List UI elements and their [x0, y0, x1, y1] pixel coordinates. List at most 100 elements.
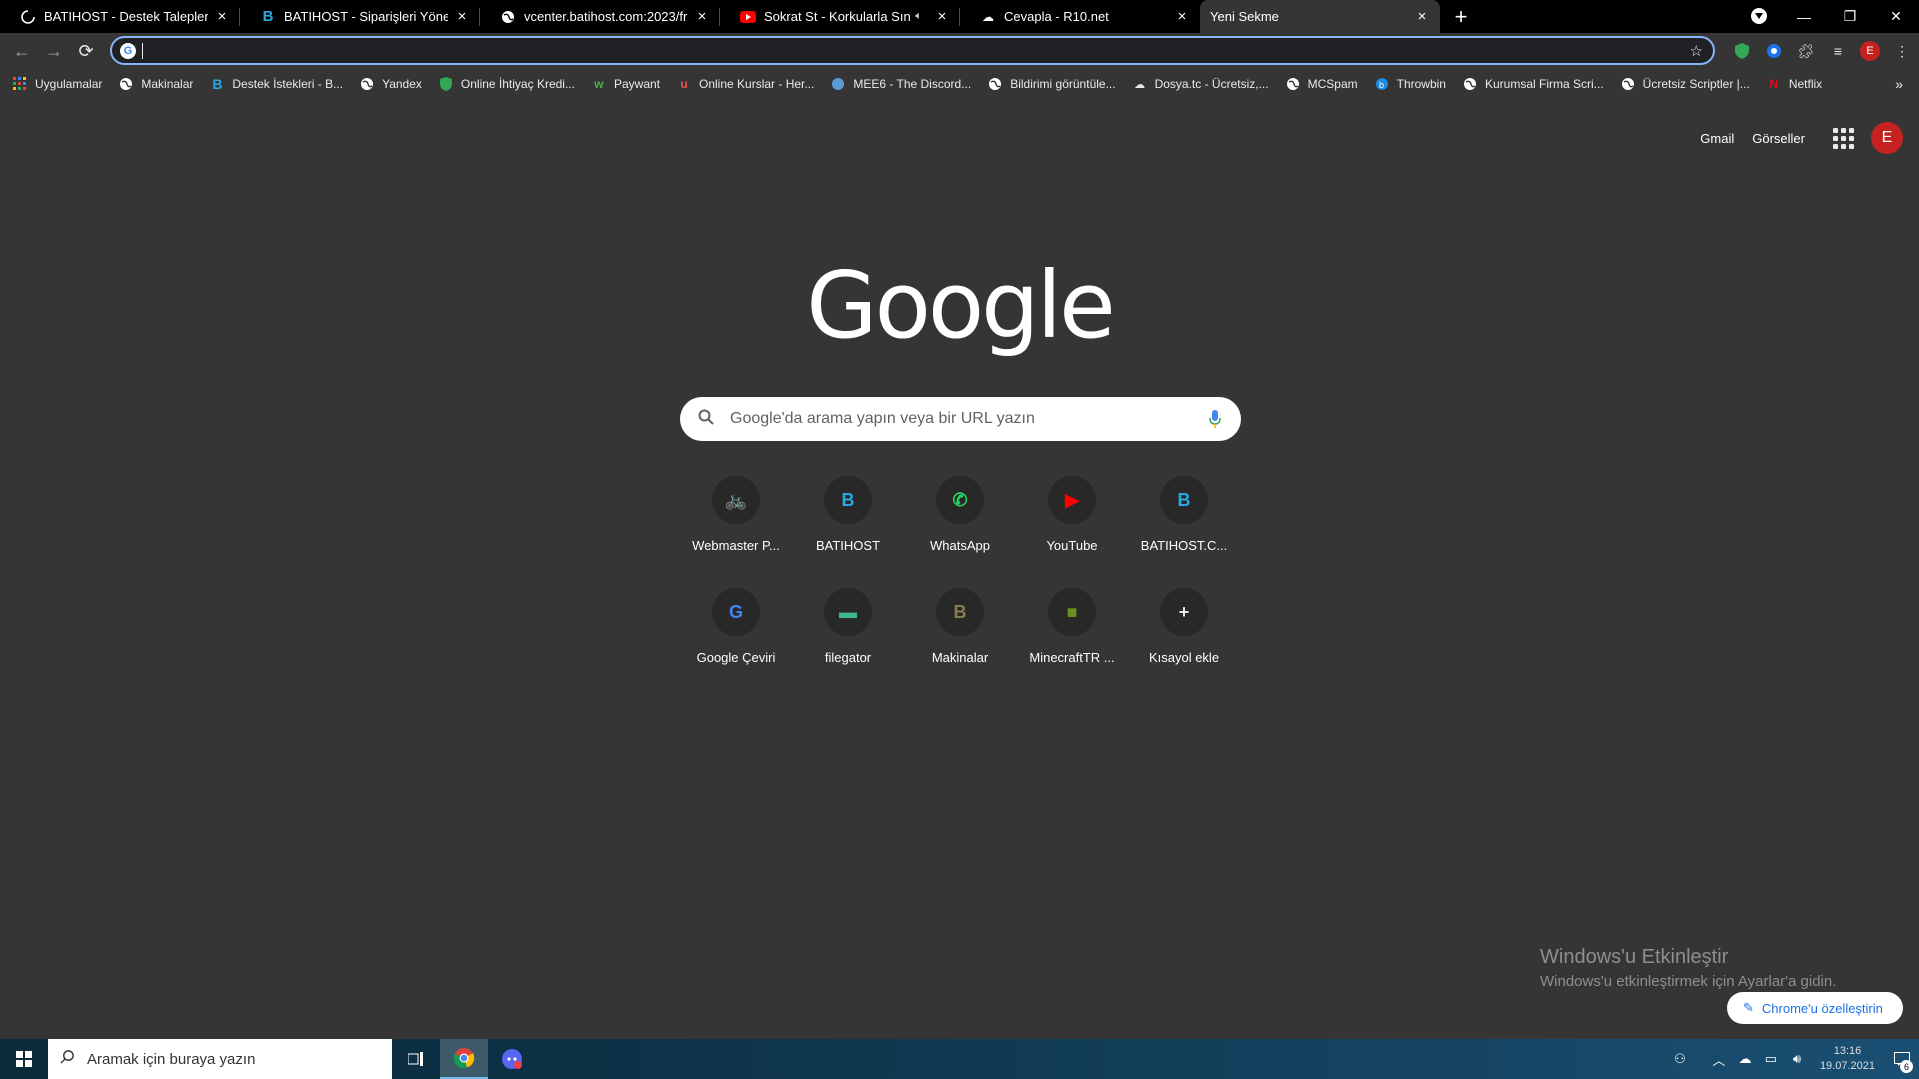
loading-spinner-icon [20, 9, 36, 25]
close-icon[interactable]: × [1414, 8, 1430, 25]
profile-avatar[interactable]: E [1858, 39, 1882, 63]
shield-green-icon [438, 76, 454, 92]
volume-icon[interactable]: 🔊︎ [1785, 1051, 1809, 1067]
customize-label: Chrome'u özelleştirin [1761, 1000, 1883, 1016]
bookmark-item[interactable]: Online İhtiyaç Kredi... [438, 76, 575, 92]
tab-strip: BATIHOST - Destek Talepleri × B BATIHOST… [0, 0, 1919, 33]
shortcut-tile[interactable]: ■ MinecraftTR ... [1016, 580, 1128, 676]
images-link[interactable]: Görseller [1752, 131, 1805, 146]
tab-title: Yeni Sekme [1210, 9, 1279, 24]
customize-chrome-button[interactable]: ✎ Chrome'u özelleştirin [1727, 992, 1903, 1024]
chevron-up-icon[interactable]: ︿ [1707, 1050, 1731, 1069]
shortcut-tile[interactable]: ▬ filegator [792, 580, 904, 676]
shortcut-tile[interactable]: G Google Çeviri [680, 580, 792, 676]
globe-icon [1285, 76, 1301, 92]
tab-3[interactable]: vcenter.batihost.com:2023/free.p × [480, 0, 720, 33]
search-box[interactable]: Google'da arama yapın veya bir URL yazın [680, 397, 1241, 441]
bookmark-item[interactable]: b Throwbin [1374, 76, 1446, 92]
address-input[interactable] [151, 42, 1713, 59]
shortcut-tile[interactable]: + Kısayol ekle [1128, 580, 1240, 676]
speaker-icon[interactable]: 🔈︎ [915, 10, 922, 23]
shortcut-label: filegator [824, 650, 872, 665]
task-view-icon[interactable] [392, 1039, 440, 1079]
bookmark-item[interactable]: Ücretsiz Scriptler |... [1620, 76, 1750, 92]
vpn-extension-icon[interactable] [1762, 39, 1786, 63]
bookmark-label: MCSpam [1307, 77, 1358, 91]
shortcut-tile[interactable]: B Makinalar [904, 580, 1016, 676]
search-placeholder[interactable]: Google'da arama yapın veya bir URL yazın [730, 410, 1207, 428]
close-icon[interactable]: × [934, 8, 950, 25]
microphone-icon[interactable] [1207, 408, 1223, 430]
bookmark-item[interactable]: Kurumsal Firma Scri... [1462, 76, 1604, 92]
bookmark-item[interactable]: N Netflix [1766, 76, 1822, 92]
bookmark-item[interactable]: Uygulamalar [12, 76, 102, 92]
menu-kebab-icon[interactable]: ⋮ [1890, 39, 1914, 63]
shortcut-tile[interactable]: B BATIHOST.C... [1128, 468, 1240, 564]
back-button[interactable]: ← [6, 35, 38, 67]
discord-taskbar-icon[interactable] [488, 1039, 536, 1079]
close-icon[interactable]: × [1174, 8, 1190, 25]
forward-button[interactable]: → [38, 35, 70, 67]
tab-search-icon[interactable] [1751, 8, 1767, 24]
tab-4[interactable]: Sokrat St - Korkularla Sınar H 🔈︎ × [720, 0, 960, 33]
bookmark-star-icon[interactable]: ☆ [1690, 42, 1703, 60]
shield-extension-icon[interactable] [1730, 39, 1754, 63]
shortcut-icon: ■ [1048, 588, 1096, 636]
restore-icon[interactable]: ❐ [1827, 0, 1873, 33]
bookmark-item[interactable]: Yandex [359, 76, 422, 92]
taskbar-search-box[interactable]: Aramak için buraya yazın [48, 1039, 392, 1079]
shortcut-label: Makinalar [931, 650, 989, 665]
activation-title: Windows'u Etkinleştir [1540, 946, 1729, 968]
bookmark-item[interactable]: w Paywant [591, 76, 660, 92]
account-avatar[interactable]: E [1871, 122, 1903, 154]
paywant-icon: w [594, 77, 604, 91]
address-bar[interactable]: G ☆ [110, 36, 1715, 65]
tab-5[interactable]: ☁ Cevapla - R10.net × [960, 0, 1200, 33]
shortcut-icon: ✆ [936, 476, 984, 524]
windows-start-icon[interactable] [0, 1039, 48, 1079]
gmail-link[interactable]: Gmail [1700, 131, 1734, 146]
bookmark-item[interactable]: Makinalar [118, 76, 193, 92]
shortcut-icon: ▬ [824, 588, 872, 636]
minimize-icon[interactable]: — [1781, 0, 1827, 33]
bookmark-item[interactable]: Bildirimi görüntüle... [987, 76, 1116, 92]
bookmark-label: Yandex [382, 77, 422, 91]
onedrive-icon[interactable]: ☁ [1733, 1051, 1757, 1067]
chrome-taskbar-icon[interactable] [440, 1039, 488, 1079]
tab-1[interactable]: BATIHOST - Destek Talepleri × [0, 0, 240, 33]
close-window-icon[interactable]: ✕ [1873, 0, 1919, 33]
new-tab-button[interactable]: + [1446, 0, 1476, 33]
tab-6[interactable]: Yeni Sekme × [1200, 0, 1440, 33]
throwbin-icon: b [1374, 76, 1390, 92]
clock-time: 13:16 [1833, 1045, 1862, 1057]
bookmark-label: Bildirimi görüntüle... [1010, 77, 1116, 91]
bookmark-item[interactable]: B Destek İstekleri - B... [209, 76, 343, 92]
chevron-more-icon[interactable]: » [1895, 76, 1903, 92]
close-icon[interactable]: × [694, 8, 710, 25]
google-apps-icon[interactable] [1823, 118, 1863, 158]
tab-2[interactable]: B BATIHOST - Siparişleri Yönet × [240, 0, 480, 33]
close-icon[interactable]: × [454, 8, 470, 25]
media-controls-icon[interactable]: ≡ [1826, 39, 1850, 63]
bookmark-item[interactable]: MCSpam [1285, 76, 1358, 92]
bookmark-item[interactable]: MEE6 - The Discord... [830, 76, 971, 92]
mee6-icon [830, 76, 846, 92]
notifications-icon[interactable]: 6 [1885, 1039, 1919, 1079]
clock[interactable]: 13:16 19.07.2021 [1820, 1044, 1875, 1074]
bookmark-label: Paywant [613, 77, 660, 91]
shortcut-label: MinecraftTR ... [1029, 650, 1115, 665]
shortcut-label: Kısayol ekle [1148, 650, 1220, 665]
bookmark-item[interactable]: ☁ Dosya.tc - Ücretsiz,... [1132, 76, 1269, 92]
close-icon[interactable]: × [214, 8, 230, 25]
network-icon[interactable]: ▭ [1759, 1051, 1783, 1067]
shortcuts-grid: 🚲 Webmaster P... B BATIHOST ✆ WhatsApp ▶ YouTub… [680, 468, 1241, 676]
shortcut-tile[interactable]: ✆ WhatsApp [904, 468, 1016, 564]
puzzle-extensions-icon[interactable]: 🧩︎ [1794, 39, 1818, 63]
shortcut-tile[interactable]: ▶ YouTube [1016, 468, 1128, 564]
shortcut-tile[interactable]: B BATIHOST [792, 468, 904, 564]
bookmark-item[interactable]: u Online Kurslar - Her... [676, 76, 814, 92]
shortcut-tile[interactable]: 🚲 Webmaster P... [680, 468, 792, 564]
reload-button[interactable]: ⟳ [70, 35, 102, 67]
bookmark-label: Online İhtiyaç Kredi... [460, 77, 575, 91]
people-icon[interactable]: ⚇ [1668, 1051, 1692, 1067]
